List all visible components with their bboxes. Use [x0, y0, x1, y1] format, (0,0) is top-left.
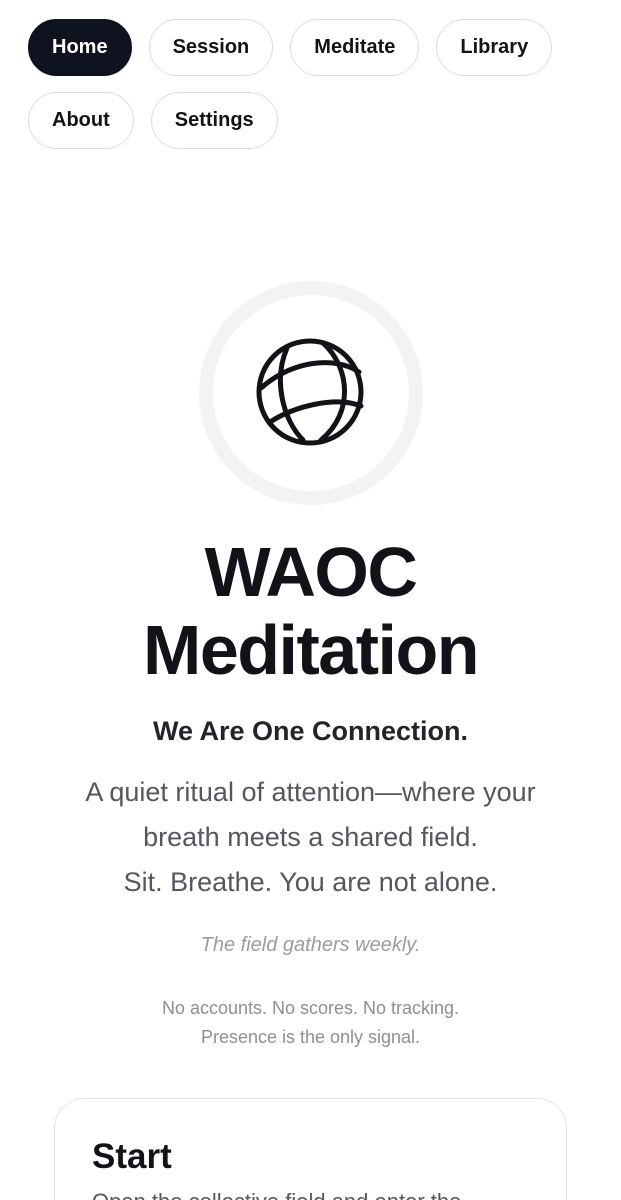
intro-text: A quiet ritual of attention—where your b…	[40, 770, 581, 905]
privacy-line-1: No accounts. No scores. No tracking.	[161, 998, 460, 1018]
nav-library-button[interactable]: Library	[436, 19, 553, 76]
intro-line-2: breath meets a shared field.	[143, 822, 478, 852]
nav-session-button[interactable]: Session	[148, 19, 274, 76]
globe-icon	[256, 338, 364, 446]
start-card-text: Open the collective field and enter the	[92, 1189, 542, 1200]
title-line-1: WAOC	[204, 533, 418, 611]
page-title: WAOC Meditation	[0, 533, 621, 689]
schedule-note: The field gathers weekly.	[200, 934, 421, 956]
tagline: We Are One Connection.	[152, 716, 469, 746]
title-line-2: Meditation	[143, 611, 479, 689]
page: Home Session Meditate Library About Sett…	[0, 0, 621, 1200]
nav-home-button[interactable]: Home	[28, 19, 132, 76]
privacy-line-2: Presence is the only signal.	[200, 1027, 421, 1047]
main-nav: Home Session Meditate Library About Sett…	[28, 19, 588, 149]
nav-about-button[interactable]: About	[28, 92, 134, 149]
nav-meditate-button[interactable]: Meditate	[290, 19, 420, 76]
privacy-note: No accounts. No scores. No tracking. Pre…	[0, 994, 621, 1052]
intro-line-3: Sit. Breathe. You are not alone.	[123, 867, 498, 897]
nav-settings-button[interactable]: Settings	[150, 92, 278, 149]
start-card[interactable]: Start Open the collective field and ente…	[54, 1098, 567, 1200]
intro-line-1: A quiet ritual of attention—where your	[85, 777, 536, 807]
start-card-title: Start	[92, 1137, 172, 1176]
